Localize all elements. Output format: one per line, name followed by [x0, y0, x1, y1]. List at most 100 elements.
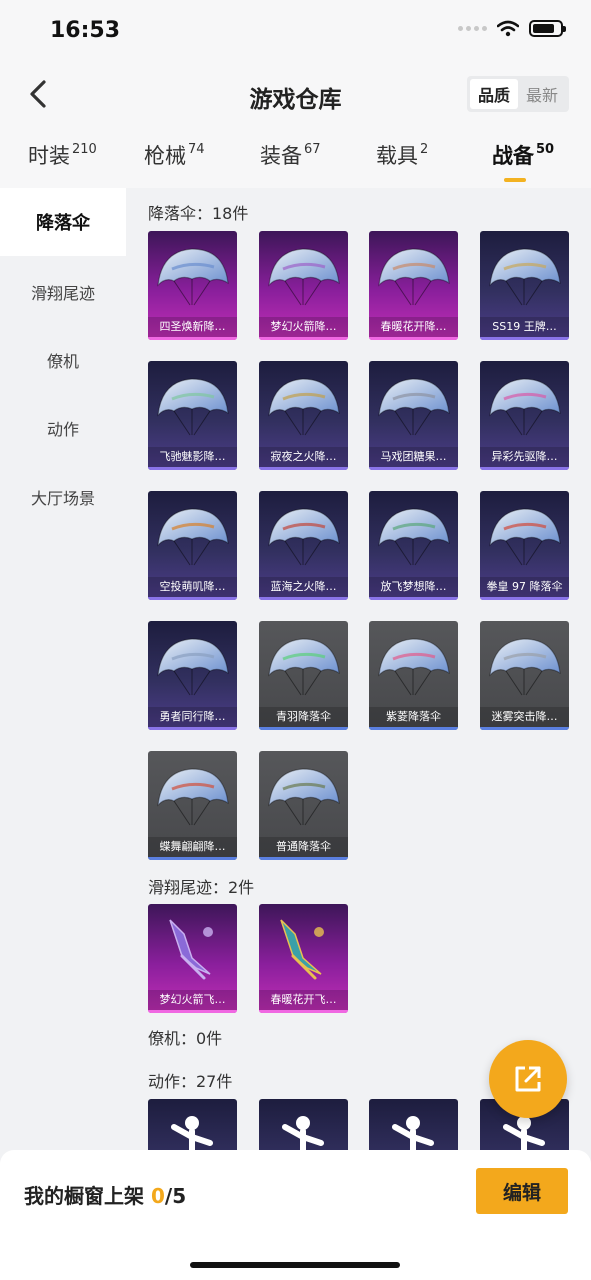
parachute-icon	[268, 248, 340, 306]
sidebar-item-glider-trail[interactable]: 滑翔尾迹	[0, 258, 126, 326]
glider-trail-item-card[interactable]: 春暖花开飞…	[259, 904, 348, 1013]
rarity-bar	[148, 1010, 237, 1013]
item-name: 蝶舞翩翩降…	[148, 837, 237, 857]
rarity-bar	[369, 467, 458, 470]
sidebar: 降落伞 滑翔尾迹 僚机 动作 大厅场景	[0, 188, 126, 1280]
glider-trail-item-card[interactable]: 梦幻火箭飞…	[148, 904, 237, 1013]
tab-count: 67	[304, 142, 321, 157]
rarity-bar	[480, 727, 569, 730]
warehouse-screen: 16:53 游戏仓库 品质 最新 时装 210 枪械 74 装备 67 载具 2 战备	[0, 0, 591, 1280]
parachute-icon	[268, 638, 340, 696]
item-name: 春暖花开飞…	[259, 990, 348, 1010]
sort-option-quality[interactable]: 品质	[470, 79, 518, 109]
parachute-item-card[interactable]: SS19 王牌…	[480, 231, 569, 340]
showcase-count: 我的橱窗上架 0/5	[24, 1180, 186, 1209]
parachute-item-card[interactable]: 放飞梦想降…	[369, 491, 458, 600]
item-name: 寂夜之火降…	[259, 447, 348, 467]
parachute-item-card[interactable]: 空投萌叽降…	[148, 491, 237, 600]
active-tab-indicator	[504, 178, 526, 182]
item-name: 蓝海之火降…	[259, 577, 348, 597]
section-title-emote: 动作：27件	[148, 1072, 233, 1091]
item-name: 迷雾突击降…	[480, 707, 569, 727]
rarity-bar	[259, 597, 348, 600]
parachute-item-card[interactable]: 异彩先驱降…	[480, 361, 569, 470]
tab-equipment[interactable]: 装备 67	[260, 140, 321, 170]
rarity-bar	[259, 1010, 348, 1013]
item-name: 勇者同行降…	[148, 707, 237, 727]
parachute-icon	[157, 378, 229, 436]
tab-vehicles[interactable]: 载具 2	[376, 140, 428, 170]
rarity-bar	[480, 337, 569, 340]
bottom-bar: 我的橱窗上架 0/5 编辑	[0, 1150, 591, 1280]
parachute-icon	[268, 508, 340, 566]
rarity-bar	[148, 597, 237, 600]
rarity-bar	[369, 597, 458, 600]
tab-count: 50	[536, 142, 555, 157]
rarity-bar	[369, 337, 458, 340]
parachute-icon	[157, 638, 229, 696]
home-indicator	[190, 1262, 400, 1268]
parachute-icon	[489, 248, 561, 306]
item-name: 梦幻火箭飞…	[148, 990, 237, 1010]
sidebar-item-lobby-scene[interactable]: 大厅场景	[0, 463, 126, 531]
parachute-item-card[interactable]: 蓝海之火降…	[259, 491, 348, 600]
parachute-icon	[157, 768, 229, 826]
parachute-item-card[interactable]: 迷雾突击降…	[480, 621, 569, 730]
item-name: 梦幻火箭降…	[259, 317, 348, 337]
parachute-item-card[interactable]: 四圣焕新降…	[148, 231, 237, 340]
parachute-item-card[interactable]: 春暖花开降…	[369, 231, 458, 340]
item-name: 放飞梦想降…	[369, 577, 458, 597]
sidebar-item-wingman[interactable]: 僚机	[0, 326, 126, 394]
rarity-bar	[369, 727, 458, 730]
parachute-icon	[268, 378, 340, 436]
sidebar-item-emote[interactable]: 动作	[0, 394, 126, 462]
parachute-item-card[interactable]: 青羽降落伞	[259, 621, 348, 730]
parachute-item-card[interactable]: 蝶舞翩翩降…	[148, 751, 237, 860]
glider-trail-icon	[280, 919, 324, 980]
tab-count: 74	[188, 142, 205, 157]
parachute-item-card[interactable]: 马戏团糖果…	[369, 361, 458, 470]
item-name: SS19 王牌…	[480, 317, 569, 337]
item-name: 拳皇 97 降落伞	[480, 577, 569, 597]
rarity-bar	[259, 727, 348, 730]
tab-label: 枪械	[144, 144, 186, 168]
item-name: 青羽降落伞	[259, 707, 348, 727]
battery-icon	[529, 20, 566, 37]
showcase-label: 我的橱窗上架	[24, 1184, 144, 1208]
parachute-item-card[interactable]: 紫菱降落伞	[369, 621, 458, 730]
parachute-icon	[268, 768, 340, 826]
section-title-glider-trail: 滑翔尾迹：2件	[148, 878, 255, 897]
parachute-item-card[interactable]: 拳皇 97 降落伞	[480, 491, 569, 600]
item-name: 马戏团糖果…	[369, 447, 458, 467]
rarity-bar	[480, 597, 569, 600]
parachute-icon	[489, 378, 561, 436]
edit-button[interactable]: 编辑	[476, 1168, 568, 1214]
parachute-icon	[378, 638, 450, 696]
share-icon	[515, 1066, 541, 1092]
tab-readiness[interactable]: 战备 50	[492, 140, 554, 170]
tab-label: 装备	[260, 144, 302, 168]
sort-option-newest[interactable]: 最新	[518, 79, 566, 109]
tab-fashion[interactable]: 时装 210	[28, 140, 97, 170]
parachute-icon	[489, 638, 561, 696]
tab-count: 210	[72, 142, 97, 157]
parachute-item-card[interactable]: 寂夜之火降…	[259, 361, 348, 470]
rarity-bar	[148, 467, 237, 470]
sort-toggle: 品质 最新	[467, 76, 569, 112]
share-button[interactable]	[489, 1040, 567, 1118]
parachute-item-card[interactable]: 勇者同行降…	[148, 621, 237, 730]
wifi-icon	[497, 20, 519, 37]
status-icons	[458, 20, 566, 37]
parachute-icon	[378, 508, 450, 566]
glider-trail-icon	[169, 919, 213, 980]
parachute-item-card[interactable]: 梦幻火箭降…	[259, 231, 348, 340]
item-name: 春暖花开降…	[369, 317, 458, 337]
parachute-item-card[interactable]: 飞驰魅影降…	[148, 361, 237, 470]
parachute-item-card[interactable]: 普通降落伞	[259, 751, 348, 860]
section-title-parachute: 降落伞：18件	[148, 204, 249, 223]
parachute-icon	[489, 508, 561, 566]
tab-guns[interactable]: 枪械 74	[144, 140, 205, 170]
tab-label: 时装	[28, 144, 70, 168]
item-name: 飞驰魅影降…	[148, 447, 237, 467]
sidebar-item-parachute[interactable]: 降落伞	[0, 188, 126, 256]
